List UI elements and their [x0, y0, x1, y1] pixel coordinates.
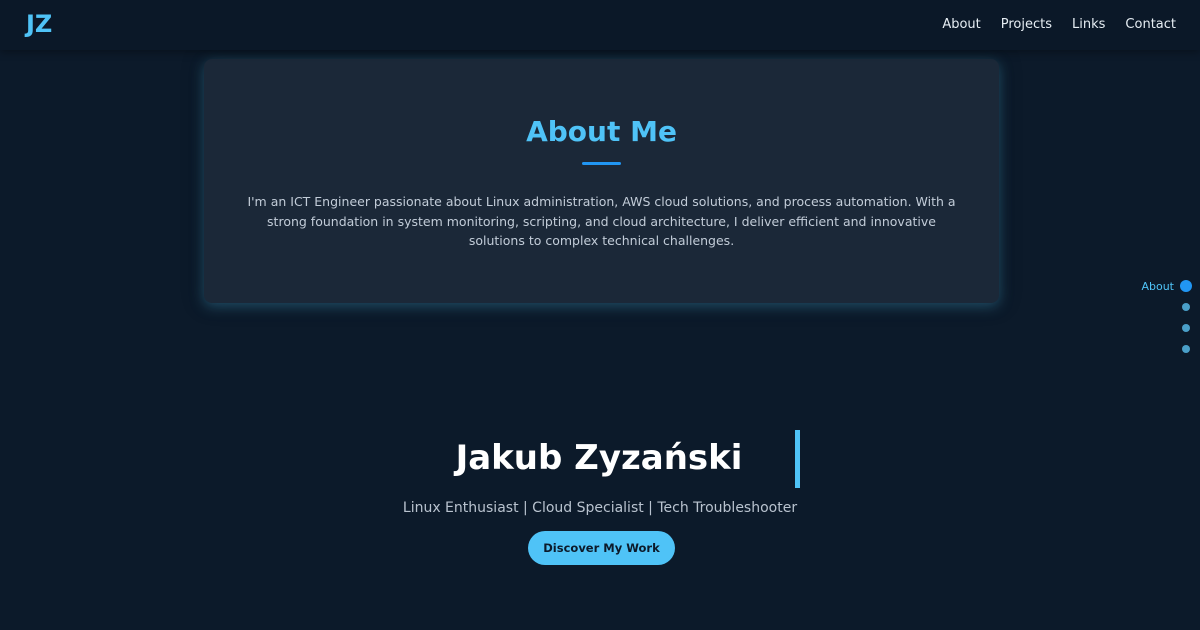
- nav-link-projects[interactable]: Projects: [1001, 17, 1052, 32]
- side-nav-dot-active[interactable]: [1180, 280, 1192, 292]
- section-side-nav: About: [1141, 280, 1192, 355]
- nav-link-contact[interactable]: Contact: [1125, 17, 1176, 32]
- about-title: About Me: [526, 115, 677, 148]
- about-title-underline: [582, 162, 621, 165]
- side-nav-dot[interactable]: [1182, 345, 1190, 353]
- main-nav: About Projects Links Contact: [942, 17, 1176, 32]
- side-nav-item-3[interactable]: [1182, 322, 1192, 334]
- side-nav-dot[interactable]: [1182, 303, 1190, 311]
- side-nav-label: About: [1141, 279, 1174, 293]
- nav-link-about[interactable]: About: [942, 17, 980, 32]
- typing-cursor: [795, 430, 800, 488]
- logo[interactable]: JZ: [26, 10, 52, 38]
- discover-work-button[interactable]: Discover My Work: [528, 531, 675, 565]
- side-nav-item-2[interactable]: [1182, 301, 1192, 313]
- side-nav-item-about[interactable]: About: [1141, 279, 1192, 293]
- hero-name: Jakub Zyzański: [455, 438, 743, 478]
- nav-link-links[interactable]: Links: [1072, 17, 1105, 32]
- side-nav-dot[interactable]: [1182, 324, 1190, 332]
- about-text: I'm an ICT Engineer passionate about Lin…: [247, 194, 956, 248]
- hero-subtitle: Linux Enthusiast | Cloud Specialist | Te…: [402, 500, 798, 516]
- about-card: About Me I'm an ICT Engineer passionate …: [204, 59, 999, 303]
- side-nav-item-4[interactable]: [1182, 343, 1192, 355]
- site-header: JZ About Projects Links Contact: [0, 0, 1200, 50]
